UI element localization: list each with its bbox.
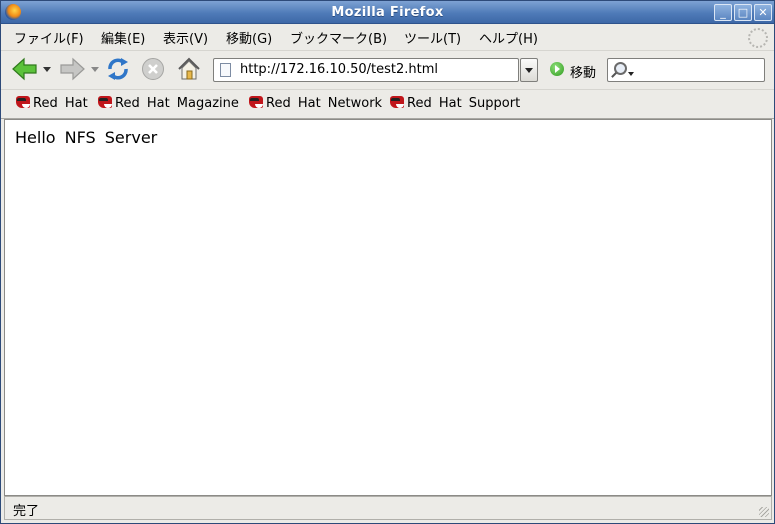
bookmark-red-hat-magazine[interactable]: Red Hat Magazine [98, 96, 239, 111]
bookmark-label: Red Hat Support [407, 96, 521, 111]
page-body-text: Hello NFS Server [15, 128, 158, 147]
maximize-button[interactable]: □ [734, 4, 752, 21]
back-history-dropdown-icon[interactable] [43, 67, 51, 73]
menu-view[interactable]: 表示(V) [163, 28, 208, 47]
search-input[interactable] [607, 58, 765, 82]
menu-bar: ファイル(F) 編集(E) 表示(V) 移動(G) ブックマーク(B) ツール(… [1, 24, 774, 49]
go-button[interactable]: 移動 [570, 62, 596, 81]
redhat-bookmark-icon [98, 96, 112, 108]
redhat-bookmark-icon [249, 96, 263, 108]
search-icon[interactable] [614, 62, 627, 75]
back-arrow-icon[interactable] [11, 57, 39, 81]
browser-window: Mozilla Firefox _ □ ✕ ファイル(F) 編集(E) 表示(V… [0, 0, 775, 524]
redhat-bookmark-icon [390, 96, 404, 108]
bookmark-red-hat[interactable]: Red Hat [16, 96, 88, 111]
bookmark-label: Red Hat [33, 96, 88, 111]
bookmark-red-hat-support[interactable]: Red Hat Support [390, 96, 520, 111]
reload-icon[interactable] [105, 56, 131, 82]
menu-edit[interactable]: 編集(E) [101, 28, 145, 47]
menu-tools[interactable]: ツール(T) [404, 28, 461, 47]
resize-grip-icon[interactable] [759, 507, 769, 517]
page-content[interactable]: Hello NFS Server [4, 119, 772, 496]
title-bar[interactable]: Mozilla Firefox _ □ ✕ [1, 1, 774, 24]
menu-file[interactable]: ファイル(F) [14, 28, 84, 47]
menu-bookmarks[interactable]: ブックマーク(B) [290, 28, 387, 47]
menu-go[interactable]: 移動(G) [226, 28, 272, 47]
bookmark-red-hat-network[interactable]: Red Hat Network [249, 96, 382, 111]
menu-help[interactable]: ヘルプ(H) [479, 28, 538, 47]
window-title: Mozilla Firefox [331, 5, 444, 20]
forward-history-dropdown-icon[interactable] [91, 67, 99, 73]
search-engine-dropdown-icon[interactable] [628, 72, 634, 76]
status-text: 完了 [13, 504, 40, 519]
bookmark-label: Red Hat Network [266, 96, 383, 111]
bookmarks-toolbar: Red Hat Red Hat Magazine Red Hat Network… [1, 89, 774, 119]
forward-arrow-icon[interactable] [58, 57, 86, 81]
home-icon[interactable] [176, 56, 202, 82]
redhat-bookmark-icon [16, 96, 30, 108]
bookmark-label: Red Hat Magazine [115, 96, 239, 111]
url-history-dropdown[interactable] [520, 58, 538, 82]
page-icon [220, 63, 231, 77]
url-bar[interactable]: http://172.16.10.50/test2.html [213, 58, 519, 82]
close-button[interactable]: ✕ [754, 4, 772, 21]
throbber-icon [748, 28, 768, 48]
go-arrow-icon[interactable] [550, 62, 564, 76]
stop-icon[interactable] [141, 57, 165, 81]
minimize-button[interactable]: _ [714, 4, 732, 21]
navigation-toolbar: http://172.16.10.50/test2.html 移動 [1, 50, 774, 89]
status-bar: 完了 [4, 496, 772, 520]
url-input[interactable]: http://172.16.10.50/test2.html [240, 62, 438, 77]
